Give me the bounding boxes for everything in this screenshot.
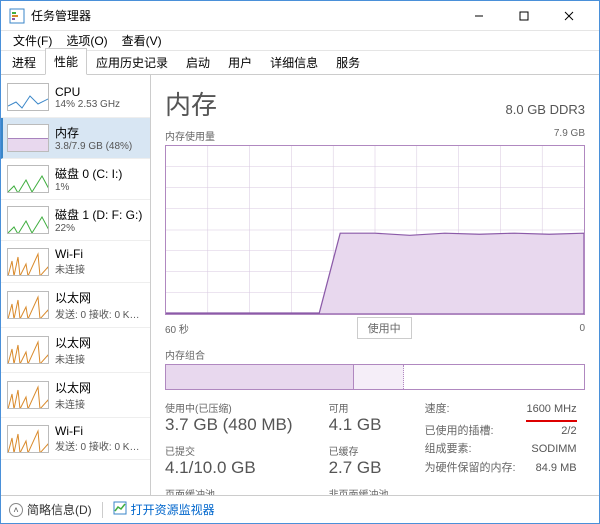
- stat-value: 3.7 GB (480 MB): [165, 415, 293, 435]
- chart-xright: 0: [579, 323, 585, 334]
- window-controls: [456, 1, 591, 30]
- tabbar: 进程 性能 应用历史记录 启动 用户 详细信息 服务: [1, 51, 599, 75]
- sidebar-item-sub: 未连接: [55, 351, 91, 366]
- sidebar-item[interactable]: CPU14% 2.53 GHz: [1, 77, 150, 118]
- stat-block: 已缓存2.7 GB: [329, 443, 389, 478]
- sidebar-item-label: 磁盘 0 (C: I:): [55, 165, 122, 182]
- sidebar-item-sub: 未连接: [55, 396, 91, 411]
- sidebar-sparkline: [7, 425, 49, 453]
- chart-title: 内存使用量: [165, 128, 215, 143]
- stat-label: 页面缓冲池: [165, 486, 293, 495]
- tab-details[interactable]: 详细信息: [261, 49, 327, 75]
- memory-spec: 8.0 GB DDR3: [506, 102, 585, 117]
- minimize-button[interactable]: [456, 1, 501, 30]
- footer: ˄ 简略信息(D) 打开资源监视器: [1, 495, 599, 523]
- menu-view[interactable]: 查看(V): [116, 30, 168, 51]
- sidebar-item[interactable]: 磁盘 0 (C: I:)1%: [1, 159, 150, 200]
- sidebar-item-sub: 14% 2.53 GHz: [55, 99, 120, 110]
- sidebar-item-sub: 发送: 0 接收: 0 Kbps: [55, 306, 144, 321]
- tab-services[interactable]: 服务: [327, 49, 369, 75]
- stat-value: 4.1 GB: [329, 415, 389, 435]
- sidebar-item[interactable]: 以太网发送: 0 接收: 0 Kbps: [1, 283, 150, 328]
- sidebar-item[interactable]: Wi-Fi未连接: [1, 241, 150, 283]
- stats-area: 使用中(已压缩)3.7 GB (480 MB) 已提交4.1/10.0 GB 页面缓…: [165, 400, 585, 495]
- detail-row: 组成要素:SODIMM: [425, 440, 577, 459]
- sidebar-item-sub: 发送: 0 接收: 0 Kbps: [55, 438, 144, 453]
- tab-startup[interactable]: 启动: [177, 49, 219, 75]
- chart-xleft: 60 秒: [165, 321, 189, 336]
- sidebar-item[interactable]: Wi-Fi发送: 0 接收: 0 Kbps: [1, 418, 150, 460]
- app-icon: [9, 8, 25, 24]
- sidebar-sparkline: [7, 83, 49, 111]
- chart-ymax: 7.9 GB: [554, 128, 585, 143]
- detail-row: 速度:1600 MHz: [425, 400, 577, 422]
- open-resource-monitor-link[interactable]: 打开资源监视器: [113, 501, 215, 518]
- sidebar-item-label: CPU: [55, 85, 120, 99]
- sidebar-sparkline: [7, 124, 49, 152]
- sidebar-sparkline: [7, 165, 49, 193]
- stat-label: 非页面缓冲池: [329, 486, 389, 495]
- sidebar-item-label: Wi-Fi: [55, 424, 144, 438]
- comp-used: [166, 365, 354, 389]
- sidebar-item-label: 以太网: [55, 334, 91, 351]
- sidebar-item-label: Wi-Fi: [55, 247, 85, 261]
- sidebar-item-sub: 22%: [55, 223, 142, 234]
- stat-label: 已提交: [165, 443, 293, 458]
- fewer-details-button[interactable]: ˄ 简略信息(D): [9, 501, 92, 518]
- composition-label: 内存组合: [165, 347, 585, 362]
- memory-usage-chart: [165, 145, 585, 315]
- maximize-button[interactable]: [501, 1, 546, 30]
- resmon-icon: [113, 501, 127, 518]
- comp-cached: [354, 365, 404, 389]
- detail-row: 为硬件保留的内存:84.9 MB: [425, 459, 577, 478]
- memory-composition-bar: [165, 364, 585, 390]
- comp-free: [404, 365, 584, 389]
- stat-block: 页面缓冲池376 MB: [165, 486, 293, 495]
- sidebar-sparkline: [7, 291, 49, 319]
- content: CPU14% 2.53 GHz内存3.8/7.9 GB (48%)磁盘 0 (C…: [1, 75, 599, 495]
- tab-app-history[interactable]: 应用历史记录: [87, 49, 177, 75]
- titlebar: 任务管理器: [1, 1, 599, 31]
- sidebar-item[interactable]: 内存3.8/7.9 GB (48%): [1, 118, 150, 159]
- stat-value: 4.1/10.0 GB: [165, 458, 293, 478]
- menubar: 文件(F) 选项(O) 查看(V): [1, 31, 599, 51]
- sidebar-sparkline: [7, 381, 49, 409]
- chevron-up-icon: ˄: [9, 503, 23, 517]
- stat-label: 已缓存: [329, 443, 389, 458]
- sidebar-item-label: 磁盘 1 (D: F: G:): [55, 206, 142, 223]
- sidebar-sparkline: [7, 336, 49, 364]
- tab-performance[interactable]: 性能: [45, 48, 87, 75]
- detail-row: 已使用的插槽:2/2: [425, 422, 577, 441]
- sidebar-item-sub: 未连接: [55, 261, 85, 276]
- sidebar-item-label: 内存: [55, 124, 132, 141]
- chart-legend-used: 使用中: [357, 317, 412, 339]
- sidebar-item[interactable]: 以太网未连接: [1, 373, 150, 418]
- sidebar-item[interactable]: 以太网未连接: [1, 328, 150, 373]
- stat-value: 2.7 GB: [329, 458, 389, 478]
- sidebar-sparkline: [7, 248, 49, 276]
- sidebar-item-sub: 1%: [55, 182, 122, 193]
- main-panel: 内存 8.0 GB DDR3 内存使用量 7.9 GB 60 秒 使用中 0 内…: [151, 75, 599, 495]
- memory-details: 速度:1600 MHz已使用的插槽:2/2组成要素:SODIMM为硬件保留的内存…: [425, 400, 577, 495]
- tab-users[interactable]: 用户: [219, 49, 261, 75]
- sidebar-item-label: 以太网: [55, 289, 144, 306]
- stat-block: 已提交4.1/10.0 GB: [165, 443, 293, 478]
- sidebar-item[interactable]: 磁盘 1 (D: F: G:)22%: [1, 200, 150, 241]
- stat-block: 非页面缓冲池216 MB: [329, 486, 389, 495]
- stat-block: 使用中(已压缩)3.7 GB (480 MB): [165, 400, 293, 435]
- tab-processes[interactable]: 进程: [3, 49, 45, 75]
- stat-label: 可用: [329, 400, 389, 415]
- stat-label: 使用中(已压缩): [165, 400, 293, 415]
- sidebar: CPU14% 2.53 GHz内存3.8/7.9 GB (48%)磁盘 0 (C…: [1, 75, 151, 495]
- stat-block: 可用4.1 GB: [329, 400, 389, 435]
- close-button[interactable]: [546, 1, 591, 30]
- page-title: 内存: [165, 85, 217, 122]
- window-title: 任务管理器: [31, 7, 456, 24]
- sidebar-item-label: 以太网: [55, 379, 91, 396]
- sidebar-sparkline: [7, 206, 49, 234]
- sidebar-item-sub: 3.8/7.9 GB (48%): [55, 141, 132, 152]
